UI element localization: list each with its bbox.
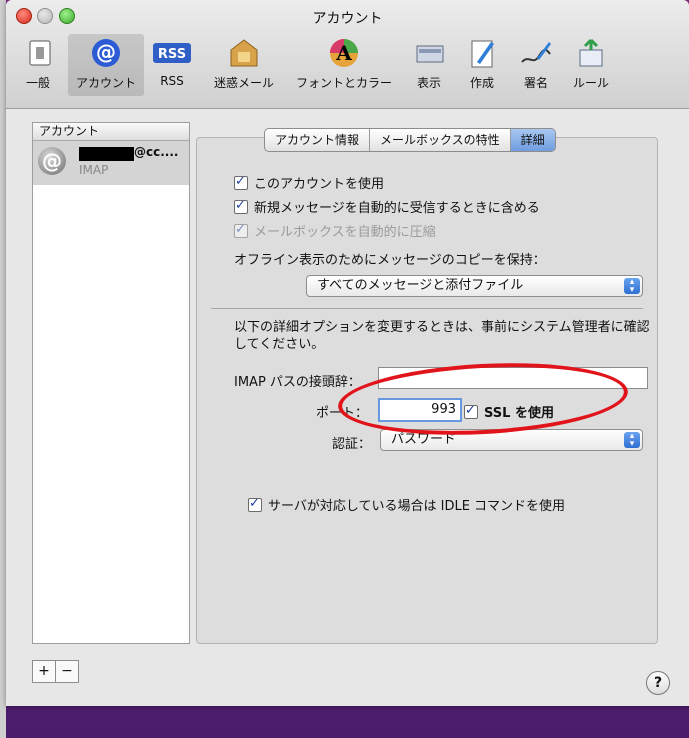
tab-mailbox-behaviors[interactable]: メールボックスの特性: [369, 129, 510, 151]
divider: [211, 308, 643, 309]
toolbar-signature[interactable]: 署名: [516, 34, 556, 91]
svg-text:A: A: [335, 41, 352, 65]
tab-account-info[interactable]: アカウント情報: [265, 129, 369, 151]
toolbar-label: 表示: [416, 76, 441, 90]
window-title: アカウント: [312, 11, 383, 27]
auth-label: 認証：: [332, 437, 372, 452]
auto-fetch-label: 新規メッセージを自動的に受信するときに含める: [254, 201, 540, 216]
admin-notice: 以下の詳細オプションを変更するときは、事前にシステム管理者に確認してください。: [234, 320, 650, 352]
toolbar-accounts[interactable]: @ アカウント: [68, 34, 144, 96]
toolbar-label: 迷惑メール: [213, 76, 274, 90]
offline-popup-value: すべてのメッセージと添付ファイル: [317, 278, 524, 293]
account-row[interactable]: @ @cc.... IMAP: [33, 141, 189, 185]
preferences-window: アカウント 一般 @ アカウント RSS RSS 迷惑メール A フォントとカラ…: [6, 0, 689, 706]
account-add-remove: + −: [32, 660, 79, 683]
tab-advanced[interactable]: 詳細: [509, 129, 555, 151]
accounts-list-header: アカウント: [33, 123, 189, 141]
toolbar-rules[interactable]: ルール: [568, 34, 614, 91]
toolbar-label: ルール: [572, 76, 609, 90]
account-at-icon: @: [38, 147, 66, 175]
signature-icon: [516, 34, 556, 72]
titlebar: アカウント 一般 @ アカウント RSS RSS 迷惑メール A フォントとカラ…: [6, 0, 689, 109]
toolbar-label: アカウント: [75, 76, 136, 90]
use-account-option[interactable]: このアカウントを使用: [234, 173, 384, 192]
general-icon: [20, 34, 60, 72]
toolbar-label: 署名: [523, 76, 548, 90]
toolbar-label: 一般: [25, 76, 50, 90]
svg-text:RSS: RSS: [158, 47, 186, 62]
view-icon: [410, 34, 450, 72]
redacted-name: [79, 147, 134, 161]
compact-checkbox: [234, 222, 248, 238]
offline-popup[interactable]: すべてのメッセージと添付ファイル ▴ ▾: [306, 275, 643, 297]
auto-fetch-option[interactable]: 新規メッセージを自動的に受信するときに含める: [234, 197, 540, 216]
idle-checkbox[interactable]: [248, 496, 262, 512]
account-type: IMAP: [79, 163, 109, 177]
junk-icon: [224, 34, 264, 72]
idle-label: サーバが対応している場合は IDLE コマンドを使用: [268, 499, 566, 514]
rss-icon: RSS: [152, 34, 192, 72]
toolbar-fonts-colors[interactable]: A フォントとカラー: [288, 34, 400, 91]
idle-option[interactable]: サーバが対応している場合は IDLE コマンドを使用: [248, 495, 565, 514]
toolbar-label: RSS: [160, 74, 184, 88]
compose-icon: [462, 34, 502, 72]
imap-prefix-label: IMAP パスの接頭辞：: [234, 375, 361, 390]
svg-text:@: @: [96, 40, 116, 64]
use-account-label: このアカウントを使用: [254, 177, 385, 192]
help-button[interactable]: ?: [646, 671, 670, 695]
use-account-checkbox[interactable]: [234, 174, 248, 190]
at-icon: @: [86, 34, 126, 72]
tab-bar: アカウント情報 メールボックスの特性 詳細: [264, 128, 556, 152]
toolbar-label: 作成: [469, 76, 494, 90]
toolbar-label: フォントとカラー: [295, 76, 392, 90]
compact-option: メールボックスを自動的に圧縮: [234, 221, 436, 240]
compact-label: メールボックスを自動的に圧縮: [254, 225, 436, 240]
offline-label: オフライン表示のためにメッセージのコピーを保持：: [234, 253, 546, 268]
rules-icon: [571, 34, 611, 72]
toolbar-rss[interactable]: RSS RSS: [151, 34, 193, 88]
fonts-colors-icon: A: [324, 34, 364, 72]
accounts-list[interactable]: アカウント @ @cc.... IMAP: [32, 122, 190, 644]
toolbar-view[interactable]: 表示: [410, 34, 448, 91]
toolbar-junk[interactable]: 迷惑メール: [208, 34, 280, 91]
toolbar-compose[interactable]: 作成: [462, 34, 502, 91]
remove-account-button[interactable]: −: [55, 661, 78, 682]
auto-fetch-checkbox[interactable]: [234, 198, 248, 214]
popup-arrows-icon: ▴ ▾: [624, 432, 640, 449]
account-email: @cc....: [134, 145, 179, 159]
popup-arrows-icon: ▴ ▾: [624, 278, 640, 295]
toolbar-general[interactable]: 一般: [20, 34, 56, 91]
add-account-button[interactable]: +: [33, 661, 55, 682]
